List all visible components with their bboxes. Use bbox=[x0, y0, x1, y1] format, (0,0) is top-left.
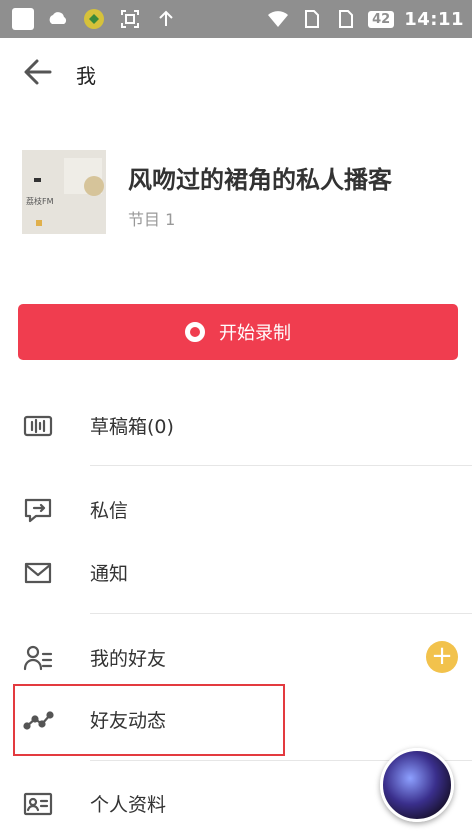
status-bar-left bbox=[12, 7, 178, 31]
status-bar-right: 42 14:11 bbox=[266, 7, 464, 31]
menu-label-drafts: 草稿箱(0) bbox=[90, 416, 174, 438]
podcast-cover[interactable]: 荔枝FM bbox=[22, 150, 106, 234]
message-icon bbox=[22, 494, 54, 526]
app-square-icon bbox=[12, 8, 34, 30]
menu-label-notifications: 通知 bbox=[90, 563, 129, 585]
menu-item-my-friends[interactable]: 我的好友 bbox=[0, 628, 472, 688]
menu-item-notifications[interactable]: 通知 bbox=[0, 543, 472, 603]
menu-label-my-friends: 我的好友 bbox=[90, 648, 167, 670]
friends-icon bbox=[22, 642, 54, 674]
page-title: 我 bbox=[76, 64, 96, 88]
floating-player-avatar[interactable] bbox=[380, 748, 454, 822]
menu-label-profile: 个人资料 bbox=[90, 794, 167, 816]
podcast-card[interactable]: 荔枝FM 风吻过的裙角的私人播客 节目 1 bbox=[22, 150, 462, 240]
cloud-icon bbox=[46, 7, 70, 31]
battery-level: 42 bbox=[368, 10, 395, 28]
upload-arrow-icon bbox=[154, 7, 178, 31]
record-icon bbox=[185, 322, 205, 342]
episode-count: 节目 1 bbox=[128, 210, 176, 229]
divider bbox=[90, 465, 472, 466]
sim-card-2-icon bbox=[334, 7, 358, 31]
start-recording-label: 开始录制 bbox=[219, 323, 291, 344]
podcast-name: 风吻过的裙角的私人播客 bbox=[128, 166, 392, 194]
back-arrow-icon[interactable] bbox=[20, 54, 56, 90]
start-recording-button[interactable]: 开始录制 bbox=[18, 304, 458, 360]
header: 我 bbox=[0, 38, 472, 108]
app-badge-icon bbox=[82, 7, 106, 31]
add-friend-button[interactable]: + bbox=[426, 641, 458, 673]
menu-item-private-message[interactable]: 私信 bbox=[0, 480, 472, 540]
clock: 14:11 bbox=[404, 8, 464, 30]
status-bar: 42 14:11 bbox=[0, 0, 472, 38]
sim-card-icon bbox=[300, 7, 324, 31]
menu-item-drafts[interactable]: 草稿箱(0) bbox=[0, 396, 472, 456]
mail-icon bbox=[22, 557, 54, 589]
profile-card-icon bbox=[22, 788, 54, 820]
cover-logo: 荔枝FM bbox=[26, 197, 54, 206]
highlight-box bbox=[13, 684, 285, 756]
screenshot-icon bbox=[118, 7, 142, 31]
menu-label-private-message: 私信 bbox=[90, 500, 129, 522]
wifi-icon bbox=[266, 7, 290, 31]
drafts-icon bbox=[22, 410, 54, 442]
divider bbox=[90, 613, 472, 614]
